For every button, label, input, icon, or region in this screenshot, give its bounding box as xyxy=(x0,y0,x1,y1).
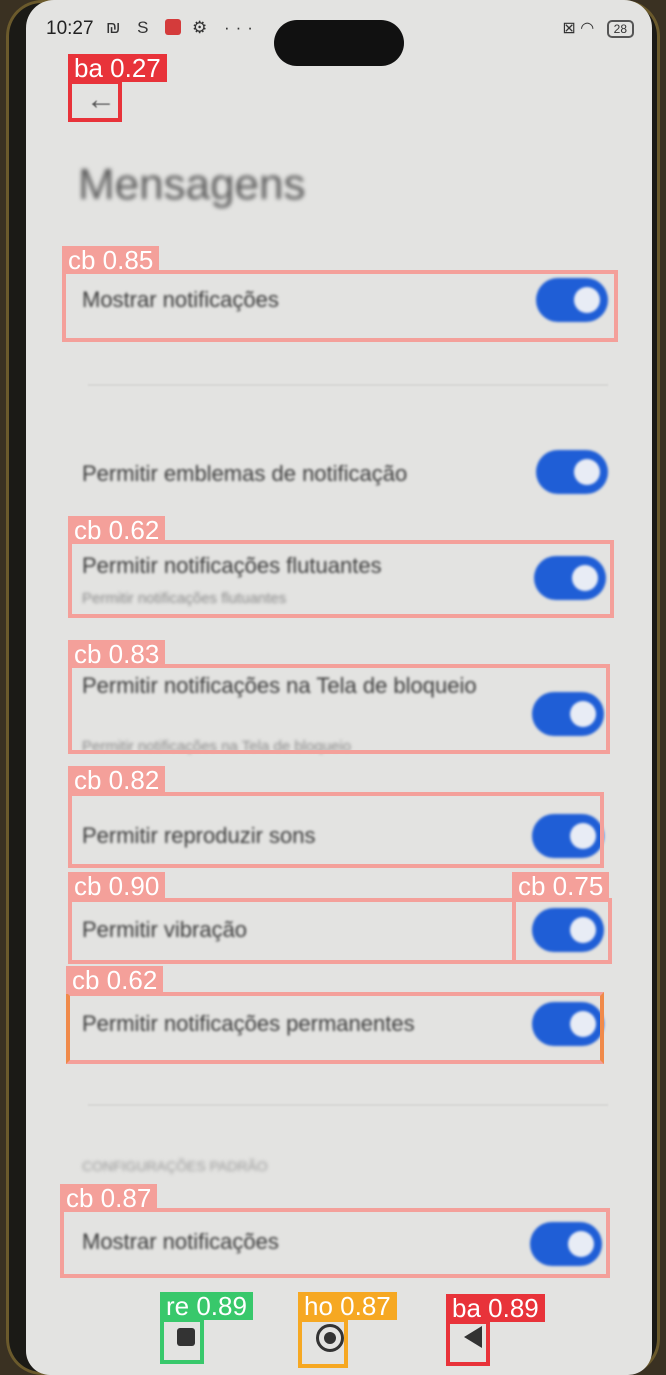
detection-tag: ho 0.87 xyxy=(298,1292,397,1320)
status-time: 10:27 xyxy=(46,18,94,39)
divider xyxy=(88,384,608,386)
status-left-icon-text: ₪ S xyxy=(106,18,155,37)
detection-box xyxy=(298,1318,348,1368)
detection-tag: cb 0.62 xyxy=(68,516,166,544)
detection-box xyxy=(66,992,604,1064)
detection-tag: cb 0.85 xyxy=(62,246,160,274)
detection-tag: cb 0.90 xyxy=(68,872,166,900)
detection-box xyxy=(160,1318,204,1364)
mail-icon xyxy=(165,19,182,35)
detection-tag: cb 0.83 xyxy=(68,640,166,668)
setting-row-badges[interactable]: Permitir emblemas de notificação xyxy=(66,440,626,506)
page-title: Mensagens xyxy=(78,160,306,209)
detection-tag: ba 0.89 xyxy=(446,1294,545,1322)
toggle-knob xyxy=(574,459,600,485)
wifi-icon: ◠ xyxy=(580,20,595,37)
status-right-icons: ⊠ ◠ 28 xyxy=(562,18,634,38)
detection-box xyxy=(68,898,516,964)
detection-box xyxy=(512,898,612,964)
section-header: CONFIGURAÇÕES PADRÃO xyxy=(82,1158,268,1174)
sim-icon: ⊠ xyxy=(562,20,576,37)
detection-box xyxy=(68,80,122,122)
more-icon: ··· xyxy=(223,18,259,37)
detection-box xyxy=(446,1320,490,1366)
divider xyxy=(88,1104,608,1106)
status-bar: 10:27 ₪ S ⚙ ··· ⊠ ◠ 28 xyxy=(26,14,652,66)
detection-box xyxy=(68,664,610,754)
detection-box xyxy=(68,792,604,868)
detection-box xyxy=(62,270,618,342)
toggle-switch[interactable] xyxy=(536,450,608,494)
camera-notch xyxy=(274,20,404,66)
detection-box xyxy=(60,1208,610,1278)
detection-tag: ba 0.27 xyxy=(68,54,167,82)
setting-label: Permitir emblemas de notificação xyxy=(82,461,408,486)
detection-box xyxy=(68,540,614,618)
detection-tag: cb 0.82 xyxy=(68,766,166,794)
battery-icon: 28 xyxy=(606,20,634,38)
detection-tag: cb 0.87 xyxy=(60,1184,158,1212)
gear-icon: ⚙ xyxy=(191,18,214,37)
detection-tag: cb 0.75 xyxy=(512,872,610,900)
detection-tag: cb 0.62 xyxy=(66,966,164,994)
detection-tag: re 0.89 xyxy=(160,1292,253,1320)
status-left-icons: ₪ S ⚙ ··· xyxy=(106,18,259,38)
